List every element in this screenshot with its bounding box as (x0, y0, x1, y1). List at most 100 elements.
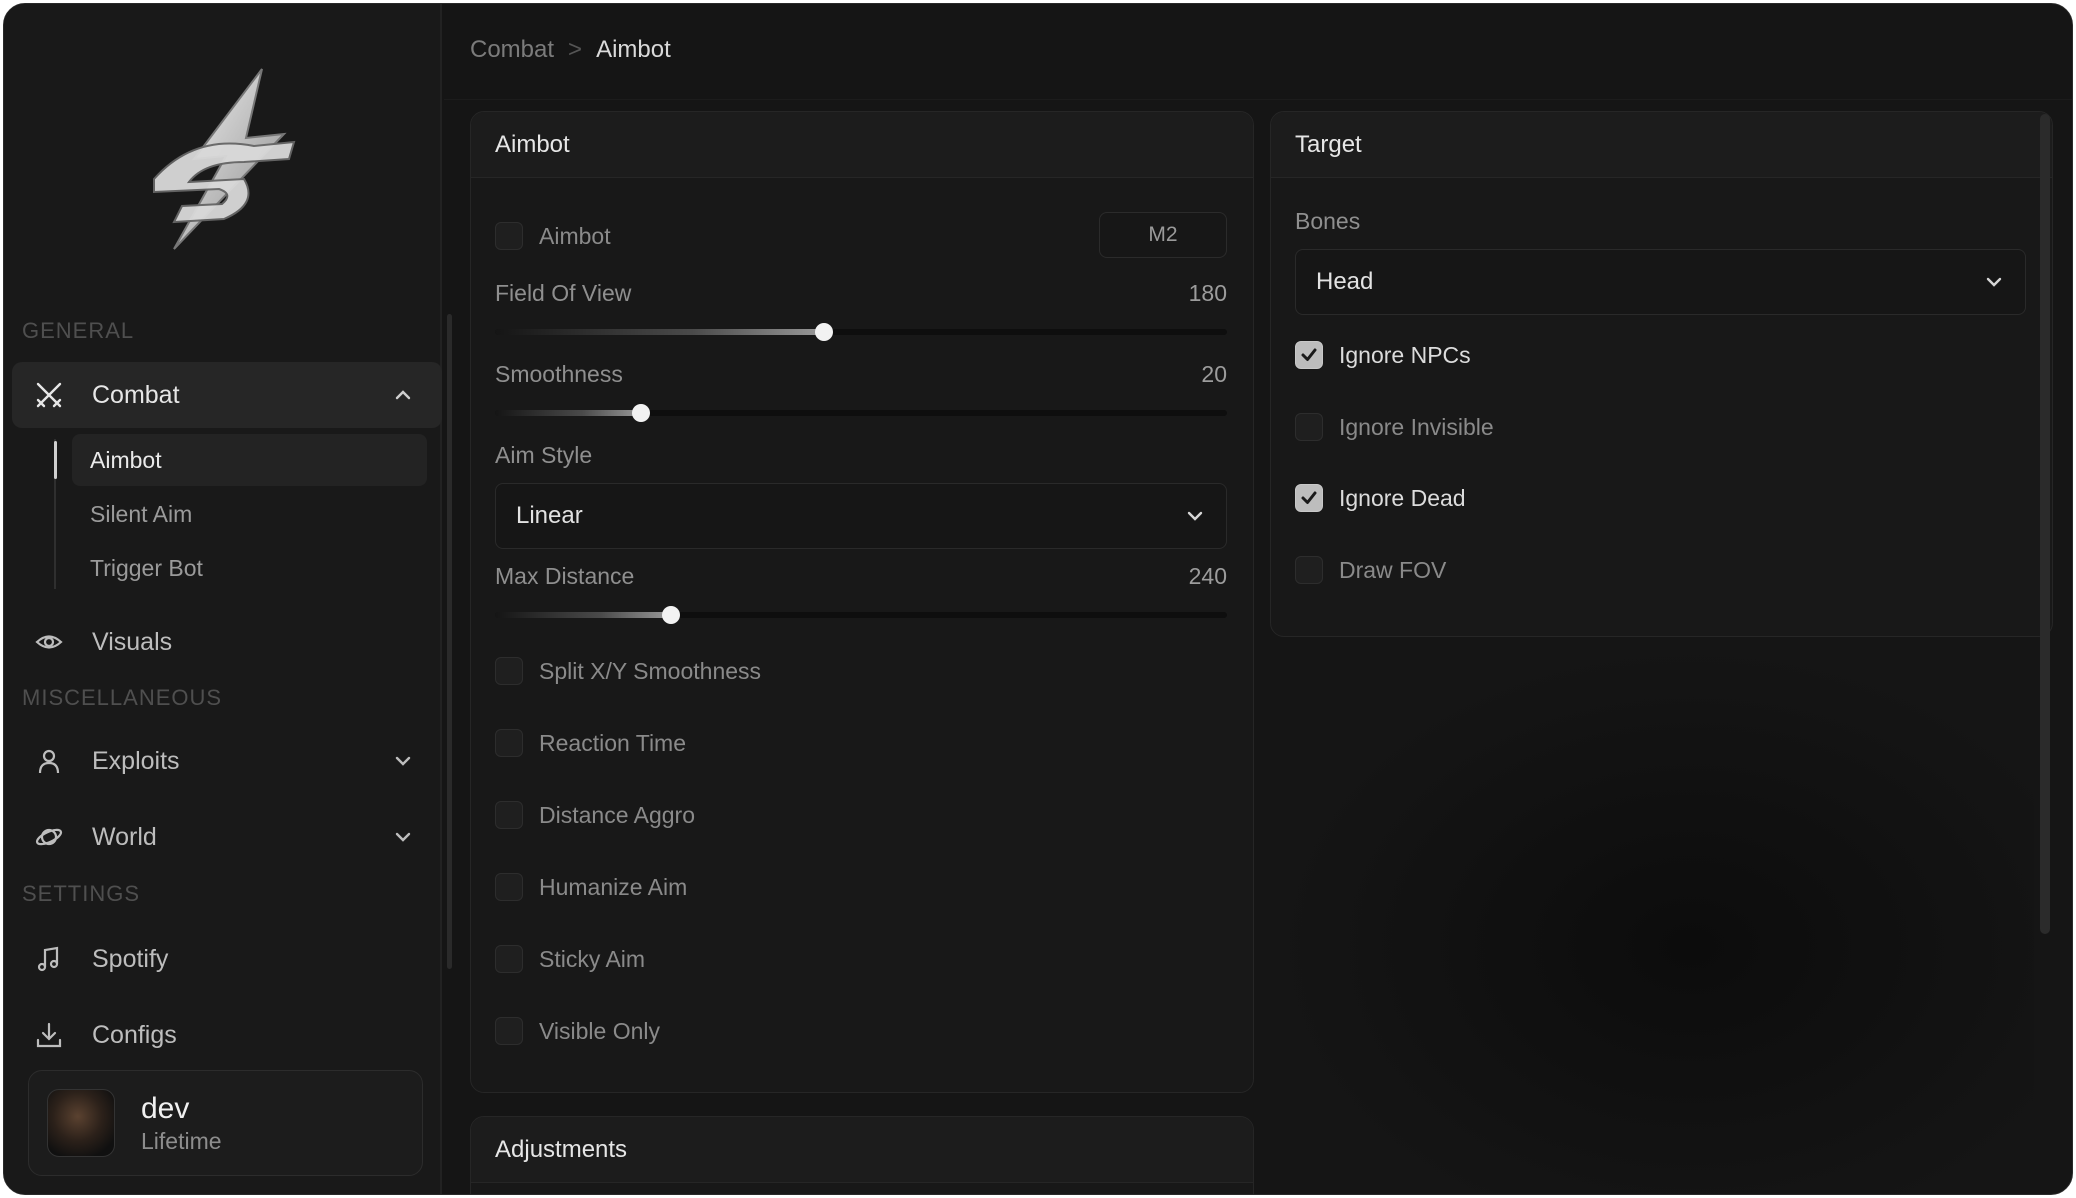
aimbot-enable-checkbox[interactable] (495, 222, 523, 250)
sidebar: GENERAL Combat Aimbot Silent Aim Trigger… (4, 4, 452, 1194)
slider-thumb[interactable] (815, 323, 834, 341)
slider-fill (495, 612, 671, 618)
aim-style-select[interactable]: Linear (495, 483, 1227, 549)
main-scrollbar[interactable] (2040, 114, 2050, 934)
breadcrumb-current: Aimbot (596, 36, 671, 63)
sidebar-item-visuals[interactable]: Visuals (12, 609, 442, 675)
sidebar-subitem-silent-aim[interactable]: Silent Aim (72, 488, 427, 540)
slider-thumb[interactable] (632, 404, 651, 422)
checkmark-icon (1301, 491, 1317, 504)
distance-aggro-checkbox[interactable] (495, 801, 523, 829)
checkbox-label: Visible Only (539, 1017, 661, 1044)
download-icon (34, 1020, 64, 1050)
header-divider (444, 99, 2072, 100)
user-card[interactable]: dev Lifetime (28, 1070, 423, 1176)
adjustments-panel: Adjustments (470, 1116, 1254, 1194)
split-xy-checkbox[interactable] (495, 657, 523, 685)
checkbox-label: Reaction Time (539, 729, 687, 756)
sidebar-item-label: Configs (92, 1020, 177, 1049)
ignore-invisible-checkbox[interactable] (1295, 413, 1323, 441)
sidebar-item-configs[interactable]: Configs (12, 1002, 442, 1068)
section-general: GENERAL (22, 318, 135, 343)
checkbox-label: Draw FOV (1339, 556, 1447, 583)
sidebar-item-label: Spotify (92, 944, 169, 973)
split-xy-option[interactable]: Split X/Y Smoothness (495, 653, 1227, 689)
aim-style-field: Aim Style Linear (495, 442, 1227, 549)
breadcrumb: Combat > Aimbot (470, 36, 671, 64)
sidebar-item-label: Visuals (92, 627, 173, 656)
sidebar-item-spotify[interactable]: Spotify (12, 926, 442, 992)
slider-value: 240 (1188, 563, 1227, 589)
chevron-down-icon (1187, 511, 1203, 521)
sidebar-item-exploits[interactable]: Exploits (12, 728, 442, 794)
eye-icon (34, 627, 64, 657)
chevron-down-icon (392, 750, 414, 772)
avatar (47, 1089, 115, 1157)
checkbox-label: Aimbot (539, 222, 611, 249)
bones-field: Bones Head (1295, 208, 2026, 315)
user-icon (34, 746, 64, 776)
aimbot-keybind-button[interactable]: M2 (1099, 212, 1227, 258)
slider-track[interactable] (495, 606, 1227, 624)
panel-title: Aimbot (471, 112, 1253, 178)
slider-label: Max Distance (495, 563, 635, 589)
visible-only-checkbox[interactable] (495, 1017, 523, 1045)
user-plan: Lifetime (141, 1127, 222, 1154)
checkbox-label: Ignore Dead (1339, 484, 1466, 511)
slider-track[interactable] (495, 404, 1227, 422)
checkbox-label: Ignore NPCs (1339, 341, 1471, 368)
ignore-dead-option[interactable]: Ignore Dead (1295, 480, 2026, 516)
sticky-aim-option[interactable]: Sticky Aim (495, 941, 1227, 977)
visible-only-option[interactable]: Visible Only (495, 1013, 1227, 1049)
slider-track[interactable] (495, 323, 1227, 341)
background-shadow (1274, 644, 2034, 1194)
sidebar-item-combat[interactable]: Combat (12, 362, 442, 428)
ignore-invisible-option[interactable]: Ignore Invisible (1295, 409, 2026, 445)
ignore-npcs-checkbox[interactable] (1295, 341, 1323, 369)
humanize-aim-option[interactable]: Humanize Aim (495, 869, 1227, 905)
panel-title: Target (1271, 112, 2052, 178)
fov-slider: Field Of View 180 (495, 280, 1227, 341)
checkmark-icon (1301, 348, 1317, 361)
sidebar-scrollbar[interactable] (447, 314, 452, 969)
slider-value: 20 (1201, 361, 1227, 387)
sidebar-subitem-trigger-bot[interactable]: Trigger Bot (72, 542, 427, 594)
slider-label: Smoothness (495, 361, 623, 387)
checkbox-label: Humanize Aim (539, 873, 688, 900)
smoothness-slider: Smoothness 20 (495, 361, 1227, 422)
sidebar-subitem-aimbot[interactable]: Aimbot (72, 434, 427, 486)
field-label: Aim Style (495, 442, 593, 468)
draw-fov-option[interactable]: Draw FOV (1295, 552, 2026, 588)
aimbot-panel: Aimbot Aimbot M2 Field Of View 180 Smoot… (470, 111, 1254, 1093)
app-window: GENERAL Combat Aimbot Silent Aim Trigger… (3, 3, 2073, 1195)
sidebar-item-world[interactable]: World (12, 804, 442, 870)
chevron-down-icon (1986, 277, 2002, 287)
submenu-active-marker (54, 441, 57, 479)
distance-aggro-option[interactable]: Distance Aggro (495, 797, 1227, 833)
field-label: Bones (1295, 208, 1361, 234)
reaction-time-option[interactable]: Reaction Time (495, 725, 1227, 761)
checkbox-label: Split X/Y Smoothness (539, 657, 762, 684)
slider-thumb[interactable] (661, 606, 680, 624)
humanize-aim-checkbox[interactable] (495, 873, 523, 901)
ignore-npcs-option[interactable]: Ignore NPCs (1295, 337, 2026, 373)
breadcrumb-parent[interactable]: Combat (470, 36, 554, 64)
swords-icon (34, 380, 64, 410)
sidebar-item-label: Combat (92, 380, 180, 409)
breadcrumb-separator: > (568, 36, 583, 63)
music-note-icon (34, 944, 64, 974)
slider-fill (495, 329, 825, 335)
sticky-aim-checkbox[interactable] (495, 945, 523, 973)
reaction-time-checkbox[interactable] (495, 729, 523, 757)
checkbox-label: Distance Aggro (539, 801, 695, 828)
slider-value: 180 (1188, 280, 1227, 306)
select-value: Linear (516, 502, 583, 529)
bones-select[interactable]: Head (1295, 249, 2026, 315)
section-settings: SETTINGS (22, 881, 141, 906)
draw-fov-checkbox[interactable] (1295, 556, 1323, 584)
checkbox-label: Ignore Invisible (1339, 413, 1494, 440)
chevron-down-icon (392, 826, 414, 848)
section-miscellaneous: MISCELLANEOUS (22, 685, 223, 710)
ignore-dead-checkbox[interactable] (1295, 484, 1323, 512)
sidebar-item-label: World (92, 822, 157, 851)
